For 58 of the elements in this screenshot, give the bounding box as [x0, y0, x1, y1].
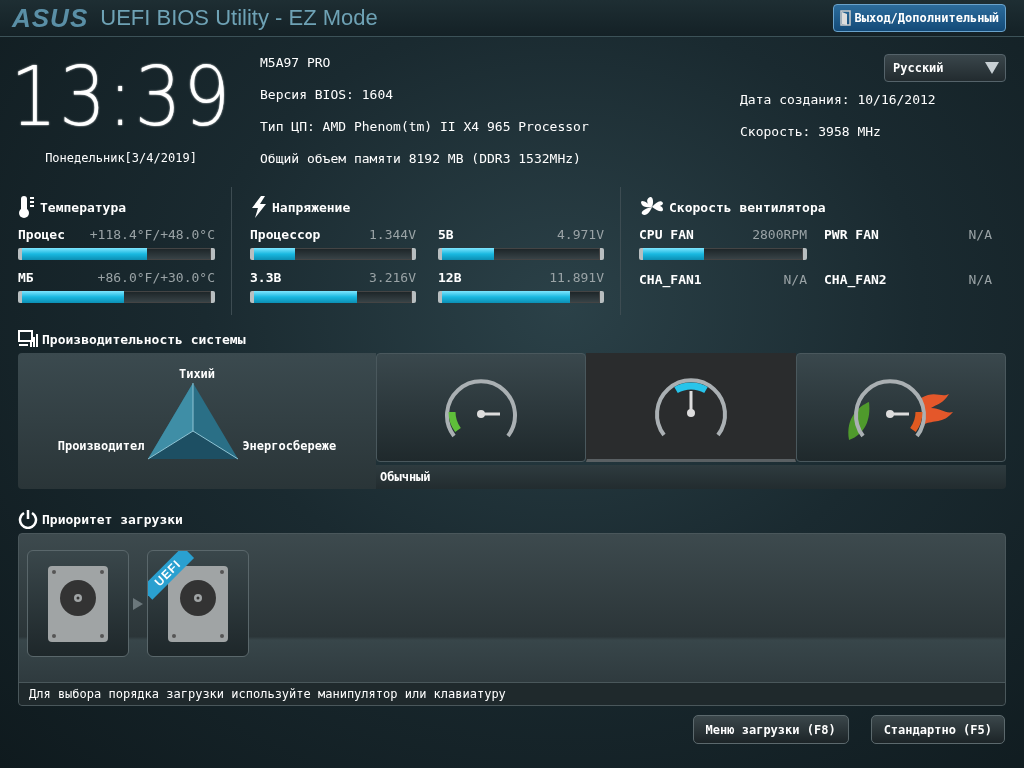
footer-button[interactable]: Стандартно (F5) [870, 715, 1005, 744]
mode-tile[interactable] [586, 353, 796, 462]
clock-time: 13:39 [10, 48, 232, 146]
mode-label: Производител [57, 439, 145, 453]
info-text: Тип ЦП: AMD Phenom(tm) II X4 965 Processor [260, 118, 590, 136]
sensor-label: Процес [18, 226, 65, 244]
info-text: Дата создания: 10/16/2012 [740, 91, 936, 109]
sensor-reading: 2800RPM [752, 226, 807, 244]
thermometer-icon [18, 195, 36, 219]
sensor-label: 3.3В [250, 269, 282, 287]
logo: ASUS [12, 2, 89, 34]
app-title: UEFI BIOS Utility - EZ Mode [100, 5, 379, 31]
lightning-icon [250, 196, 268, 218]
sensor-reading: N/A [783, 271, 807, 289]
sensor-reading: +118.4°F/+48.0°C [89, 226, 215, 244]
sensor-label: 12В [438, 269, 462, 287]
info-text: Общий объем памяти 8192 MB (DDR3 1532MHz) [260, 150, 582, 168]
power-icon [18, 509, 38, 529]
sensor-label: МБ [18, 269, 34, 287]
info-text: M5A97 PRO [260, 54, 332, 72]
mode-tile[interactable] [796, 353, 1006, 462]
boot-device[interactable] [27, 550, 129, 657]
footer-button[interactable]: Меню загрузки (F8) [692, 715, 849, 744]
mode-label: Тихий [178, 367, 216, 381]
section-title: Скорость вентилятора [669, 199, 826, 215]
sensor-label: 5В [438, 226, 454, 244]
sensor-label: CHA_FAN2 [824, 271, 887, 290]
arrow-icon [133, 597, 143, 610]
mode-label: Энергосбереже [242, 439, 337, 453]
sensor-reading: +86.0°F/+30.0°C [97, 269, 215, 287]
mode-tile[interactable] [376, 353, 586, 462]
sensor-reading: N/A [968, 226, 992, 244]
sensor-reading: N/A [968, 271, 992, 289]
dropdown-arrow-icon [985, 62, 999, 74]
section-title: Приоритет загрузки [42, 511, 183, 527]
sensor-label: CHA_FAN1 [639, 271, 702, 290]
sensor-reading: 1.344V [369, 226, 416, 244]
section-title: Температура [40, 199, 127, 215]
language-dropdown[interactable]: Русский [884, 54, 1006, 82]
sensor-reading: 4.971V [557, 226, 604, 244]
sensor-label: CPU FAN [639, 226, 694, 244]
monitor-chart-icon [18, 330, 38, 348]
hint-text: Для выбора порядка загрузки используйте манипулятор или клавиатуру [19, 682, 1005, 705]
sensor-label: Процессор [250, 226, 321, 244]
selected-mode-label: Обычный [376, 465, 1006, 489]
sensor-label: PWR FAN [824, 226, 879, 244]
section-title: Напряжение [272, 199, 351, 215]
sensor-reading: 3.216V [369, 269, 416, 287]
door-icon [839, 10, 852, 26]
exit-button[interactable]: Выход/Дополнительный [832, 4, 1006, 32]
hard-drive-icon [48, 565, 108, 642]
section-title: Производительность системы [42, 331, 246, 347]
info-text: Версия BIOS: 1604 [260, 86, 395, 104]
fan-icon [639, 196, 665, 218]
pyramid-drawing[interactable] [146, 381, 241, 461]
info-text: Скорость: 3958 MHz [740, 123, 882, 141]
clock-date: Понедельник[3/4/2019] [45, 151, 197, 165]
sensor-reading: 11.891V [549, 269, 604, 287]
